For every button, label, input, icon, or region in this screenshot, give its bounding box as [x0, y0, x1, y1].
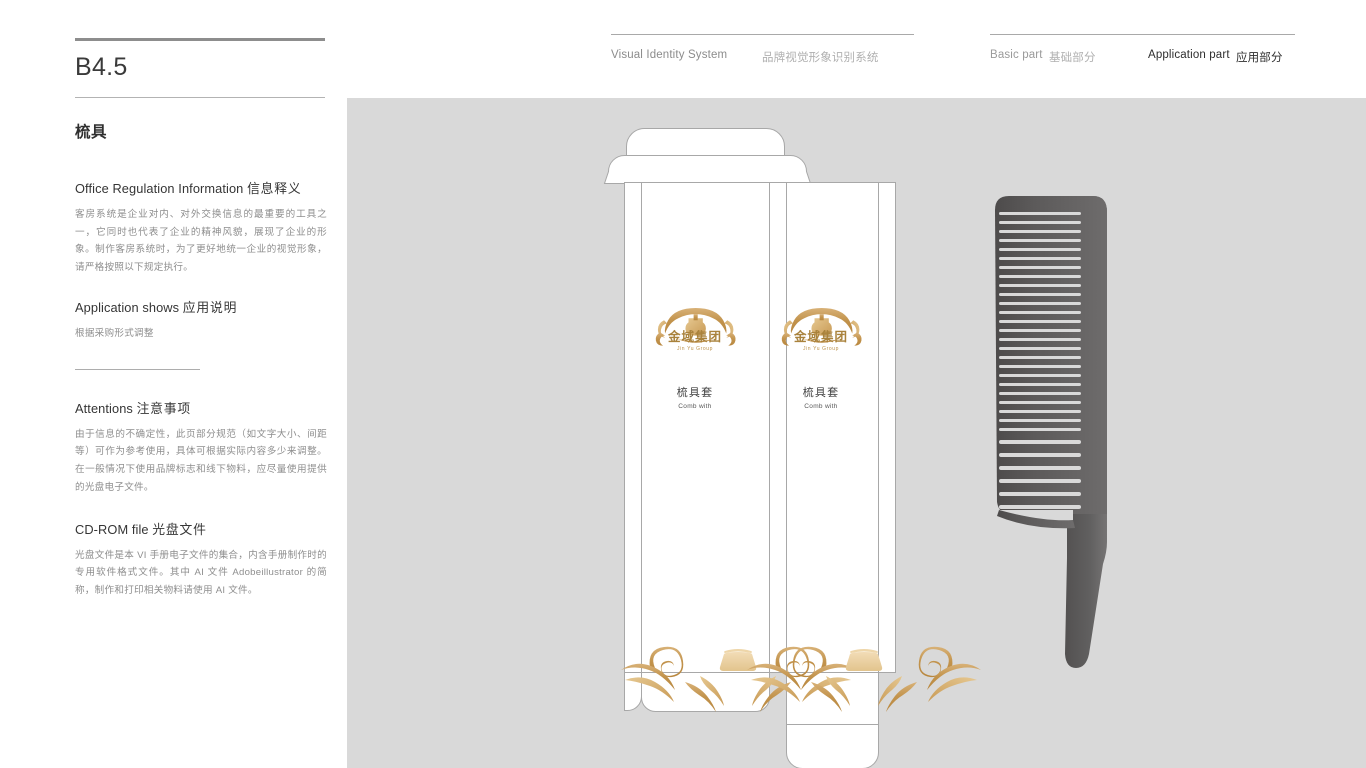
- header-application-part-cn[interactable]: 应用部分: [1236, 49, 1283, 65]
- package-logo-wordmark-front: 金域集团 Jin Yu Group: [654, 330, 736, 352]
- product-name-cn-front: 梳具套: [676, 387, 714, 399]
- header-basic-part-cn[interactable]: 基础部分: [1049, 49, 1096, 65]
- product-name-cn-back: 梳具套: [802, 387, 840, 399]
- block-body-cdrom: 光盘文件是本 VI 手册电子文件的集合，内含手册制作时的专用软件格式文件。其中 …: [75, 549, 327, 597]
- dieline-top-dust-flap-front: [603, 155, 812, 184]
- block-heading-application: Application shows 应用说明: [75, 297, 327, 316]
- block-heading-office: Office Regulation Information 信息释义: [75, 178, 327, 197]
- header-left-rule-bottom: [75, 97, 325, 98]
- block-body-attentions: 由于信息的不确定性，此页部分规范（如文字大小、间距等）可作为参考使用，具体可根据…: [75, 428, 327, 493]
- product-name-en-front: Comb with: [678, 403, 712, 411]
- artwork-panel: 金域集团 Jin Yu Group 金域集团 Jin Yu Group 梳具套 …: [347, 98, 1366, 768]
- block-heading-attentions-cn: 注意事项: [136, 400, 191, 416]
- product-name-en-back: Comb with: [804, 403, 838, 411]
- header-rule-middle: [611, 34, 914, 35]
- block-heading-cdrom-cn: 光盘文件: [152, 521, 207, 537]
- page-title: 梳具: [75, 124, 108, 141]
- block-heading-office-en: Office Regulation Information: [75, 181, 244, 196]
- page-code: B4.5: [75, 53, 128, 81]
- header-rule-right: [990, 34, 1295, 35]
- package-logo-wordmark-back: 金域集团 Jin Yu Group: [780, 330, 862, 352]
- brand-name-en-back: Jin Yu Group: [802, 346, 840, 353]
- block-office-regulation: Office Regulation Information 信息释义 客房系统是…: [75, 178, 327, 277]
- dieline-bottom-tuck-back: [786, 724, 879, 768]
- block-heading-attentions-en: Attentions: [75, 400, 133, 416]
- block-body-office: 客房系统是企业对内、对外交换信息的最重要的工具之一，它同时也代表了企业的精神风貌…: [75, 209, 327, 274]
- brand-name-cn-front: 金域集团: [667, 330, 722, 344]
- header-basic-part-en[interactable]: Basic part: [990, 49, 1043, 61]
- package-product-label-front: 梳具套 Comb with: [654, 386, 736, 410]
- block-body-application: 根据采购形式调整: [75, 327, 154, 339]
- brand-name-en-front: Jin Yu Group: [676, 346, 714, 353]
- comb-illustration: [987, 196, 1107, 668]
- comb-package-dieline: [603, 128, 981, 768]
- block-heading-application-en: Application shows: [75, 299, 180, 315]
- header-application-part-en[interactable]: Application part: [1148, 49, 1230, 61]
- block-cdrom-file: CD-ROM file 光盘文件 光盘文件是本 VI 手册电子文件的集合，内含手…: [75, 519, 327, 600]
- block-heading-cdrom: CD-ROM file 光盘文件: [75, 519, 327, 538]
- sidebar: 梳具 Office Regulation Information 信息释义 客房…: [75, 120, 327, 620]
- block-heading-application-cn: 应用说明: [182, 299, 238, 315]
- header-left-rule-top: [75, 38, 325, 41]
- block-heading-attentions: Attentions 注意事项: [75, 398, 327, 417]
- block-application-shows: Application shows 应用说明 根据采购形式调整: [75, 297, 327, 343]
- brand-name-cn-back: 金域集团: [793, 330, 848, 344]
- block-heading-office-cn: 信息释义: [247, 181, 302, 196]
- header-visual-identity-system-en: Visual Identity System: [611, 49, 728, 61]
- dieline-body: [624, 182, 896, 673]
- sidebar-divider: [75, 368, 200, 370]
- dieline-bottom-flap-front: [641, 672, 770, 712]
- package-product-label-back: 梳具套 Comb with: [780, 386, 862, 410]
- header-visual-identity-system-cn: 品牌视觉形象识别系统: [762, 52, 879, 64]
- block-heading-cdrom-en: CD-ROM file: [75, 521, 149, 537]
- block-attentions: Attentions 注意事项 由于信息的不确定性，此页部分规范（如文字大小、间…: [75, 398, 327, 497]
